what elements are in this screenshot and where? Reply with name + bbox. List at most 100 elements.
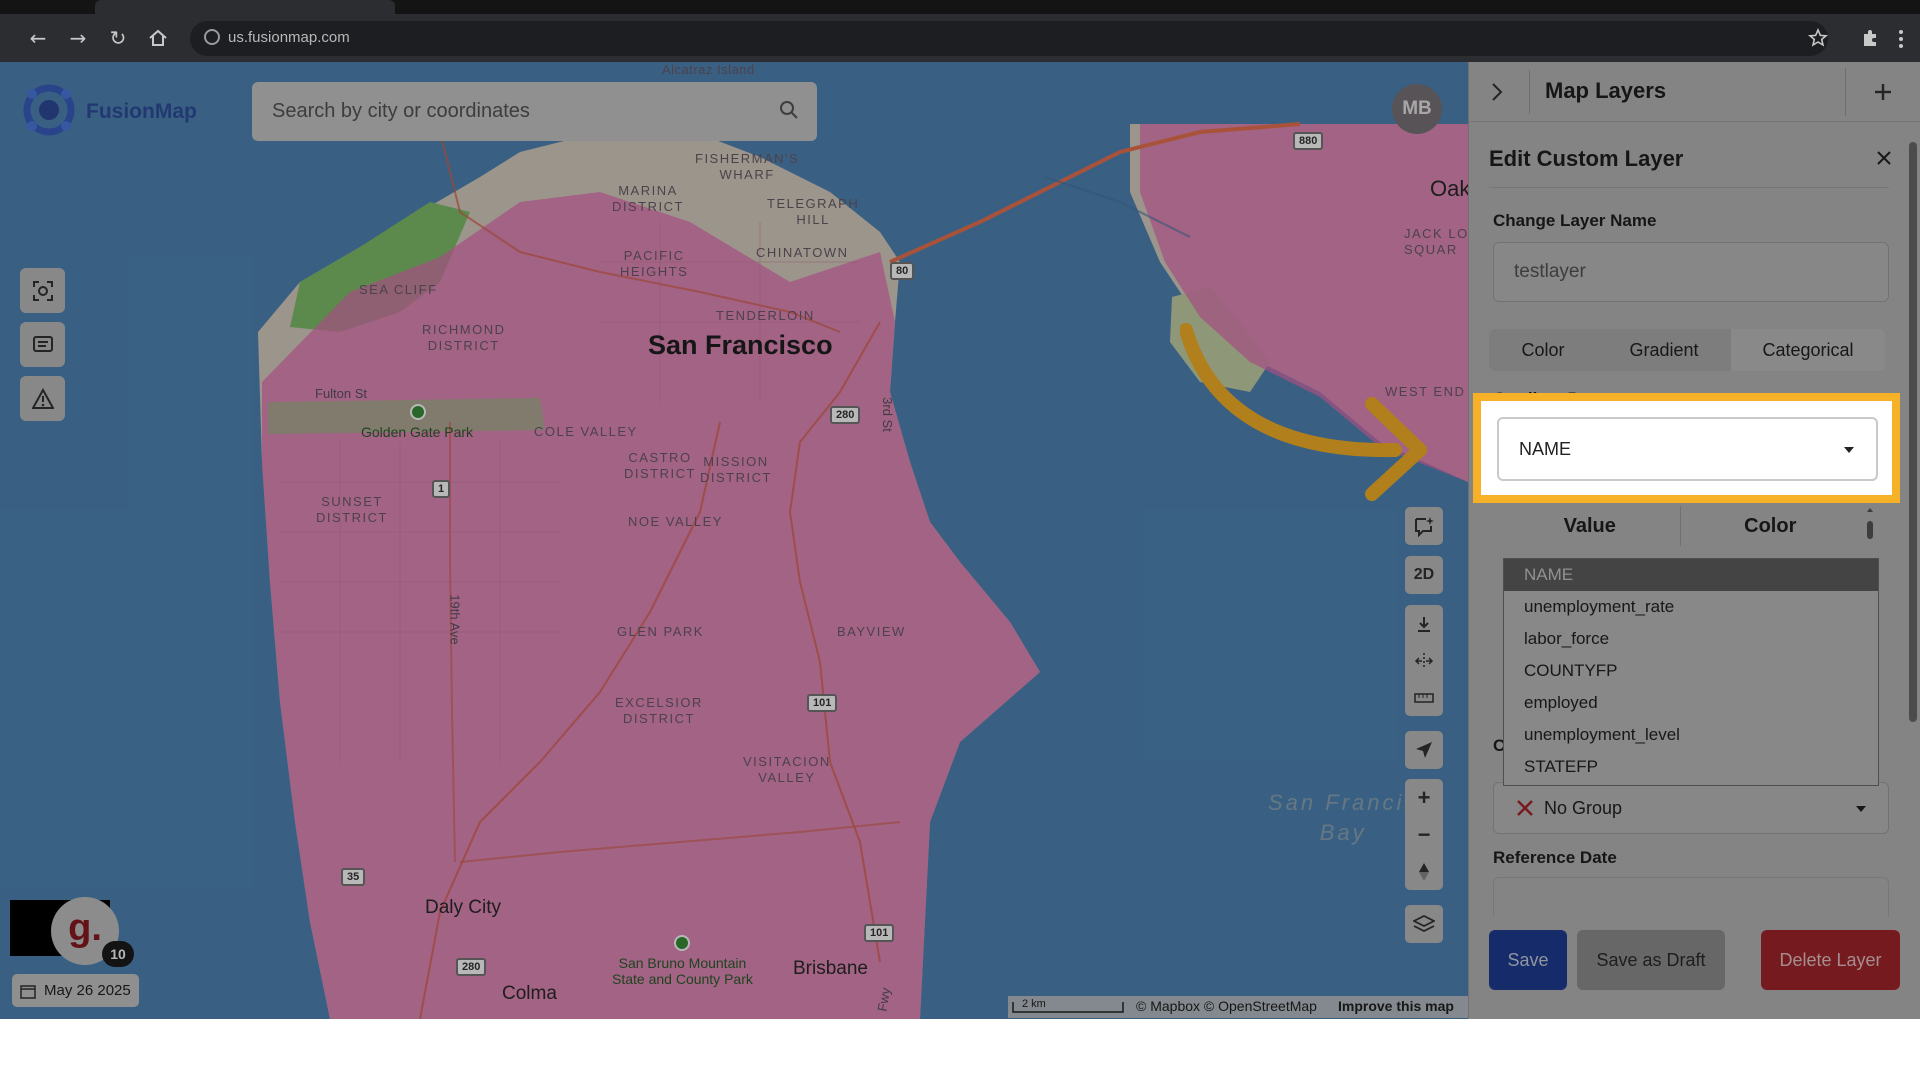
- color-column-header: Color: [1744, 515, 1797, 537]
- highway-shield-880: 880: [1293, 132, 1324, 150]
- dropdown-option[interactable]: COUNTYFP: [1504, 655, 1878, 687]
- notes-tool-button[interactable]: [20, 322, 65, 367]
- address-bar[interactable]: [190, 21, 1828, 56]
- group-select[interactable]: No Group: [1493, 782, 1889, 834]
- map-base-graphic: [0, 62, 1468, 1019]
- chevron-right-icon[interactable]: [1491, 82, 1503, 102]
- map-label-glen-park: GLEN PARK: [617, 624, 704, 639]
- map-label-oak: Oak: [1430, 176, 1468, 201]
- add-layer-icon[interactable]: [1873, 82, 1893, 102]
- dropdown-option[interactable]: unemployment_rate: [1504, 591, 1878, 623]
- property-dropdown-list: NAME unemployment_rate labor_force COUNT…: [1503, 558, 1879, 786]
- dropdown-option[interactable]: labor_force: [1504, 623, 1878, 655]
- fusionmap-logo[interactable]: FusionMap: [20, 80, 210, 144]
- tab-gradient[interactable]: Gradient: [1597, 329, 1731, 371]
- panel-title: Map Layers: [1545, 78, 1667, 103]
- map-label-colma: Colma: [502, 983, 557, 1004]
- chevron-down-icon: [1856, 806, 1866, 812]
- browser-tab[interactable]: [95, 0, 395, 14]
- layer-name-input[interactable]: [1494, 243, 1888, 301]
- zoom-out-icon[interactable]: −: [1405, 816, 1443, 853]
- map-label-chinatown: CHINATOWN: [756, 245, 849, 260]
- highway-shield-101: 101: [807, 694, 838, 712]
- attribution-credits[interactable]: © Mapbox © OpenStreetMap: [1136, 998, 1317, 1014]
- park-marker-icon: [674, 935, 690, 951]
- map-label-excelsior: EXCELSIOR DISTRICT: [615, 695, 703, 726]
- property-select-value: NAME: [1519, 439, 1572, 459]
- property-select[interactable]: NAME: [1497, 417, 1878, 481]
- divider: [1529, 70, 1530, 114]
- map-label-san-bruno-park: San Bruno Mountain State and County Park: [612, 955, 753, 987]
- forward-icon[interactable]: →: [64, 24, 92, 52]
- tool-group: [1405, 605, 1443, 716]
- ruler-icon[interactable]: [1405, 679, 1443, 716]
- alert-tool-button[interactable]: [20, 376, 65, 421]
- map-search-box[interactable]: [252, 82, 817, 141]
- view-mode-toggle[interactable]: 2D: [1405, 556, 1443, 594]
- screenshot-tool-button[interactable]: [20, 268, 65, 313]
- map-layers-panel: Map Layers Edit Custom Layer Change Laye…: [1468, 62, 1920, 1019]
- color-mode-tabs: Color Gradient Categorical: [1489, 329, 1885, 371]
- map-canvas[interactable]: Alcatraz Island FISHERMAN'S WHARF MARINA…: [0, 62, 1468, 1019]
- map-label-cole-valley: COLE VALLEY: [534, 424, 638, 439]
- notification-count-badge: 10: [102, 941, 134, 967]
- compass-icon[interactable]: [1405, 853, 1443, 890]
- map-label-fishermans-wharf: FISHERMAN'S WHARF: [695, 151, 800, 182]
- site-info-icon[interactable]: [204, 29, 220, 45]
- save-button[interactable]: Save: [1489, 930, 1567, 990]
- map-label-alcatraz: Alcatraz Island: [662, 62, 755, 77]
- tutorial-arrow-icon: [1180, 323, 1427, 501]
- panel-scrollbar[interactable]: [1909, 142, 1917, 722]
- navigation-arrow-icon: [1405, 731, 1443, 768]
- map-label-marina: MARINA DISTRICT: [612, 183, 684, 214]
- map-attribution: 2 km © Mapbox © OpenStreetMap Improve th…: [1008, 996, 1468, 1018]
- highway-shield-280: 280: [830, 406, 861, 424]
- tab-color[interactable]: Color: [1489, 329, 1597, 371]
- tab-categorical[interactable]: Categorical: [1731, 329, 1885, 371]
- logo-text: FusionMap: [86, 100, 197, 123]
- map-label-19th-ave: 19th Ave: [447, 594, 463, 645]
- highway-shield-80: 80: [890, 262, 915, 280]
- compare-split-icon[interactable]: [1405, 642, 1443, 679]
- dropdown-option[interactable]: STATEFP: [1504, 751, 1878, 783]
- user-avatar[interactable]: MB: [1392, 84, 1442, 134]
- sparkle-chat-icon: [1405, 507, 1443, 544]
- layer-name-field[interactable]: [1493, 242, 1889, 302]
- zoom-in-icon[interactable]: +: [1405, 779, 1443, 816]
- map-label-richmond: RICHMOND DISTRICT: [422, 322, 506, 353]
- map-label-san-francisco: San Francisco: [648, 330, 833, 360]
- chevron-down-icon: [1844, 447, 1854, 453]
- change-layer-name-label: Change Layer Name: [1493, 211, 1657, 230]
- extensions-icon[interactable]: [1860, 28, 1880, 48]
- table-scrollbar[interactable]: [1866, 507, 1874, 541]
- dropdown-option[interactable]: unemployment_level: [1504, 719, 1878, 751]
- browser-menu-icon[interactable]: [1896, 28, 1906, 50]
- ai-assist-button[interactable]: [1405, 507, 1443, 545]
- map-label-3rd-st: 3rd St: [879, 397, 895, 432]
- date-picker[interactable]: May 26 2025: [12, 974, 139, 1007]
- download-icon[interactable]: [1405, 605, 1443, 642]
- search-input[interactable]: [252, 82, 817, 141]
- panel-header: Map Layers: [1469, 62, 1920, 122]
- delete-layer-button[interactable]: Delete Layer: [1761, 930, 1900, 990]
- highway-shield-35: 35: [341, 868, 366, 886]
- screenshot-icon: [32, 280, 53, 301]
- map-label-jack-london: JACK LON SQUAR: [1404, 226, 1468, 257]
- search-icon[interactable]: [779, 100, 799, 120]
- dropdown-option[interactable]: NAME: [1504, 559, 1878, 591]
- close-icon[interactable]: [1876, 150, 1892, 166]
- layers-button[interactable]: [1405, 905, 1443, 943]
- dropdown-option[interactable]: employed: [1504, 687, 1878, 719]
- fusionmap-logo-icon: [23, 84, 75, 136]
- geolocate-button[interactable]: [1405, 731, 1443, 769]
- back-icon[interactable]: ←: [24, 24, 52, 52]
- save-draft-button[interactable]: Save as Draft: [1577, 930, 1725, 990]
- scale-label: 2 km: [1022, 998, 1046, 1010]
- map-label-sf-bay: San Francis Bay: [1268, 790, 1419, 845]
- reload-icon[interactable]: ↻: [104, 24, 132, 52]
- home-icon[interactable]: [148, 28, 168, 48]
- improve-map-link[interactable]: Improve this map: [1338, 998, 1454, 1014]
- message-icon: [32, 335, 53, 352]
- reference-date-field[interactable]: [1493, 877, 1889, 917]
- bookmark-star-icon[interactable]: [1807, 28, 1829, 48]
